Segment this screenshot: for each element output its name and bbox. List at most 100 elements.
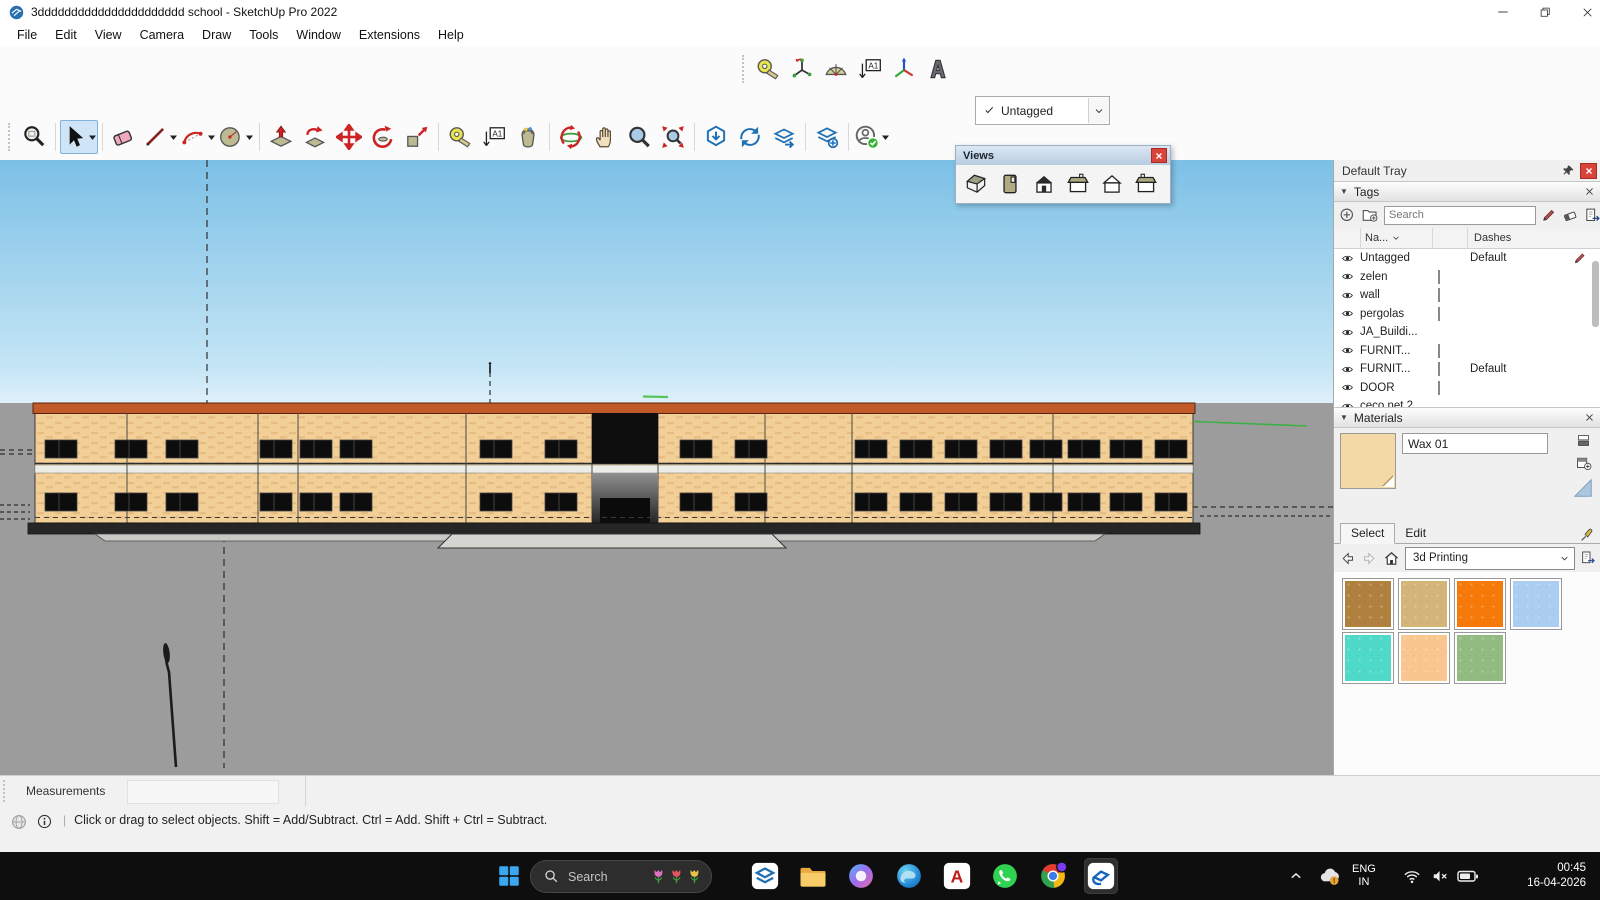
volume-mute-icon[interactable]: [1430, 852, 1450, 900]
tag-dashes-value[interactable]: Default: [1470, 252, 1558, 264]
drag-grip[interactable]: [3, 780, 8, 802]
in-model-home-button[interactable]: [1383, 550, 1400, 567]
eraser-tool-button[interactable]: [107, 120, 141, 154]
tag-color-swatch[interactable]: [1438, 270, 1440, 284]
menu-view[interactable]: View: [86, 26, 131, 44]
back-arrow-button[interactable]: [1339, 550, 1356, 567]
taskbar-search[interactable]: Search: [530, 860, 712, 893]
materials-close-icon[interactable]: [1584, 412, 1595, 423]
zoom-tool-button[interactable]: [622, 120, 656, 154]
tag-filter-dropdown[interactable]: Untagged: [975, 96, 1110, 125]
tag-row[interactable]: ceco net 2: [1334, 397, 1600, 407]
visibility-eye-icon[interactable]: [1334, 252, 1360, 265]
geolocation-icon[interactable]: [10, 813, 28, 831]
material-swatch-orange[interactable]: [1454, 578, 1506, 630]
menu-window[interactable]: Window: [287, 26, 349, 44]
tag-color-swatch[interactable]: [1438, 362, 1440, 376]
tag-dashes-value[interactable]: Default: [1470, 363, 1558, 375]
visibility-eye-icon[interactable]: [1334, 344, 1360, 357]
text-tool-button[interactable]: A1: [853, 52, 887, 86]
scale-tool-button[interactable]: [400, 120, 434, 154]
material-swatch-brown[interactable]: [1342, 578, 1394, 630]
taskbar-app-whatsapp[interactable]: [988, 858, 1022, 894]
secondary-pane-button[interactable]: [1576, 433, 1591, 448]
tag-row[interactable]: UntaggedDefault: [1334, 249, 1600, 268]
tag-color-swatch[interactable]: [1438, 381, 1440, 395]
text-3d-tool-button[interactable]: [921, 52, 955, 86]
toolbar-grip[interactable]: [8, 123, 13, 151]
pan-tool-button[interactable]: [588, 120, 622, 154]
paint-bucket-tool-button[interactable]: [511, 120, 545, 154]
circle-tool-button[interactable]: [217, 120, 255, 154]
info-icon[interactable]: [36, 813, 53, 830]
menu-help[interactable]: Help: [429, 26, 473, 44]
tag-color-swatch[interactable]: [1438, 344, 1440, 358]
tray-close-button[interactable]: [1580, 163, 1597, 179]
chevron-down-icon[interactable]: [88, 133, 97, 142]
edit-tag-button[interactable]: [1541, 207, 1557, 223]
visibility-eye-icon[interactable]: [1334, 363, 1360, 376]
menu-camera[interactable]: Camera: [131, 26, 193, 44]
battery-icon[interactable]: [1456, 852, 1480, 900]
onedrive-icon[interactable]: !: [1316, 852, 1342, 900]
visibility-eye-icon[interactable]: [1334, 381, 1360, 394]
visibility-eye-icon[interactable]: [1334, 270, 1360, 283]
tape-measure-tool-button[interactable]: [443, 120, 477, 154]
tag-color-swatch[interactable]: [1438, 307, 1440, 321]
menu-draw[interactable]: Draw: [193, 26, 240, 44]
taskbar-app-sketchup[interactable]: [1084, 858, 1118, 894]
collection-details-button[interactable]: [1580, 550, 1596, 566]
taskbar-app-copilot[interactable]: [844, 858, 878, 894]
visibility-eye-icon[interactable]: [1334, 307, 1360, 320]
chevron-down-icon[interactable]: [207, 133, 216, 142]
visibility-eye-icon[interactable]: [1334, 289, 1360, 302]
menu-edit[interactable]: Edit: [46, 26, 86, 44]
weather-tulips-icon[interactable]: [650, 868, 703, 885]
tab-select[interactable]: Select: [1340, 523, 1395, 544]
zoom-extents-tool-button[interactable]: [656, 120, 690, 154]
material-swatch-peach[interactable]: [1398, 632, 1450, 684]
tag-row[interactable]: JA_Buildi...: [1334, 323, 1600, 342]
axes-tool-button[interactable]: [785, 52, 819, 86]
tray-expand-chevron[interactable]: [1286, 852, 1306, 900]
views-close-button[interactable]: [1151, 148, 1167, 163]
tags-section-header[interactable]: ▼ Tags: [1334, 181, 1600, 202]
views-palette-titlebar[interactable]: Views: [956, 146, 1170, 165]
tab-edit[interactable]: Edit: [1395, 524, 1436, 543]
view-left-button[interactable]: [1129, 169, 1163, 199]
material-name-field[interactable]: [1402, 433, 1548, 454]
taskbar-app-su-layers[interactable]: [748, 858, 782, 894]
protractor-tool-button[interactable]: [819, 52, 853, 86]
select-tool-button[interactable]: [60, 120, 98, 154]
move-tool-button[interactable]: [332, 120, 366, 154]
tag-row[interactable]: wall: [1334, 286, 1600, 305]
measurements-value-box[interactable]: [127, 780, 279, 804]
wifi-icon[interactable]: [1402, 852, 1422, 900]
purge-tags-button[interactable]: [1562, 207, 1579, 224]
restore-button[interactable]: [1524, 0, 1566, 24]
text-tool-button[interactable]: A1: [477, 120, 511, 154]
tag-row[interactable]: pergolas: [1334, 305, 1600, 324]
tags-scrollbar[interactable]: [1590, 253, 1600, 403]
extension-warehouse-tool-button[interactable]: [810, 120, 844, 154]
column-dashes[interactable]: Dashes: [1467, 228, 1600, 248]
tape-measure-tool-button[interactable]: [751, 52, 785, 86]
chevron-down-icon[interactable]: [881, 133, 890, 142]
scrollbar-thumb[interactable]: [1592, 261, 1599, 327]
minimize-button[interactable]: [1482, 0, 1524, 24]
material-swatch-turquoise[interactable]: [1342, 632, 1394, 684]
view-right-button[interactable]: [1061, 169, 1095, 199]
visibility-eye-icon[interactable]: [1334, 400, 1360, 407]
tag-row[interactable]: DOOR: [1334, 379, 1600, 398]
tag-row[interactable]: FURNIT...Default: [1334, 360, 1600, 379]
tag-row[interactable]: zelen: [1334, 268, 1600, 287]
view-top-button[interactable]: [993, 169, 1027, 199]
rotate-tool-button[interactable]: [366, 120, 400, 154]
materials-section-header[interactable]: ▼ Materials: [1334, 407, 1600, 428]
view-back-button[interactable]: [1095, 169, 1129, 199]
taskbar-app-chrome[interactable]: [1036, 858, 1070, 894]
line-tool-button[interactable]: [141, 120, 179, 154]
menu-file[interactable]: File: [8, 26, 46, 44]
tag-color-swatch[interactable]: [1438, 288, 1440, 302]
pin-icon[interactable]: [1562, 164, 1575, 177]
